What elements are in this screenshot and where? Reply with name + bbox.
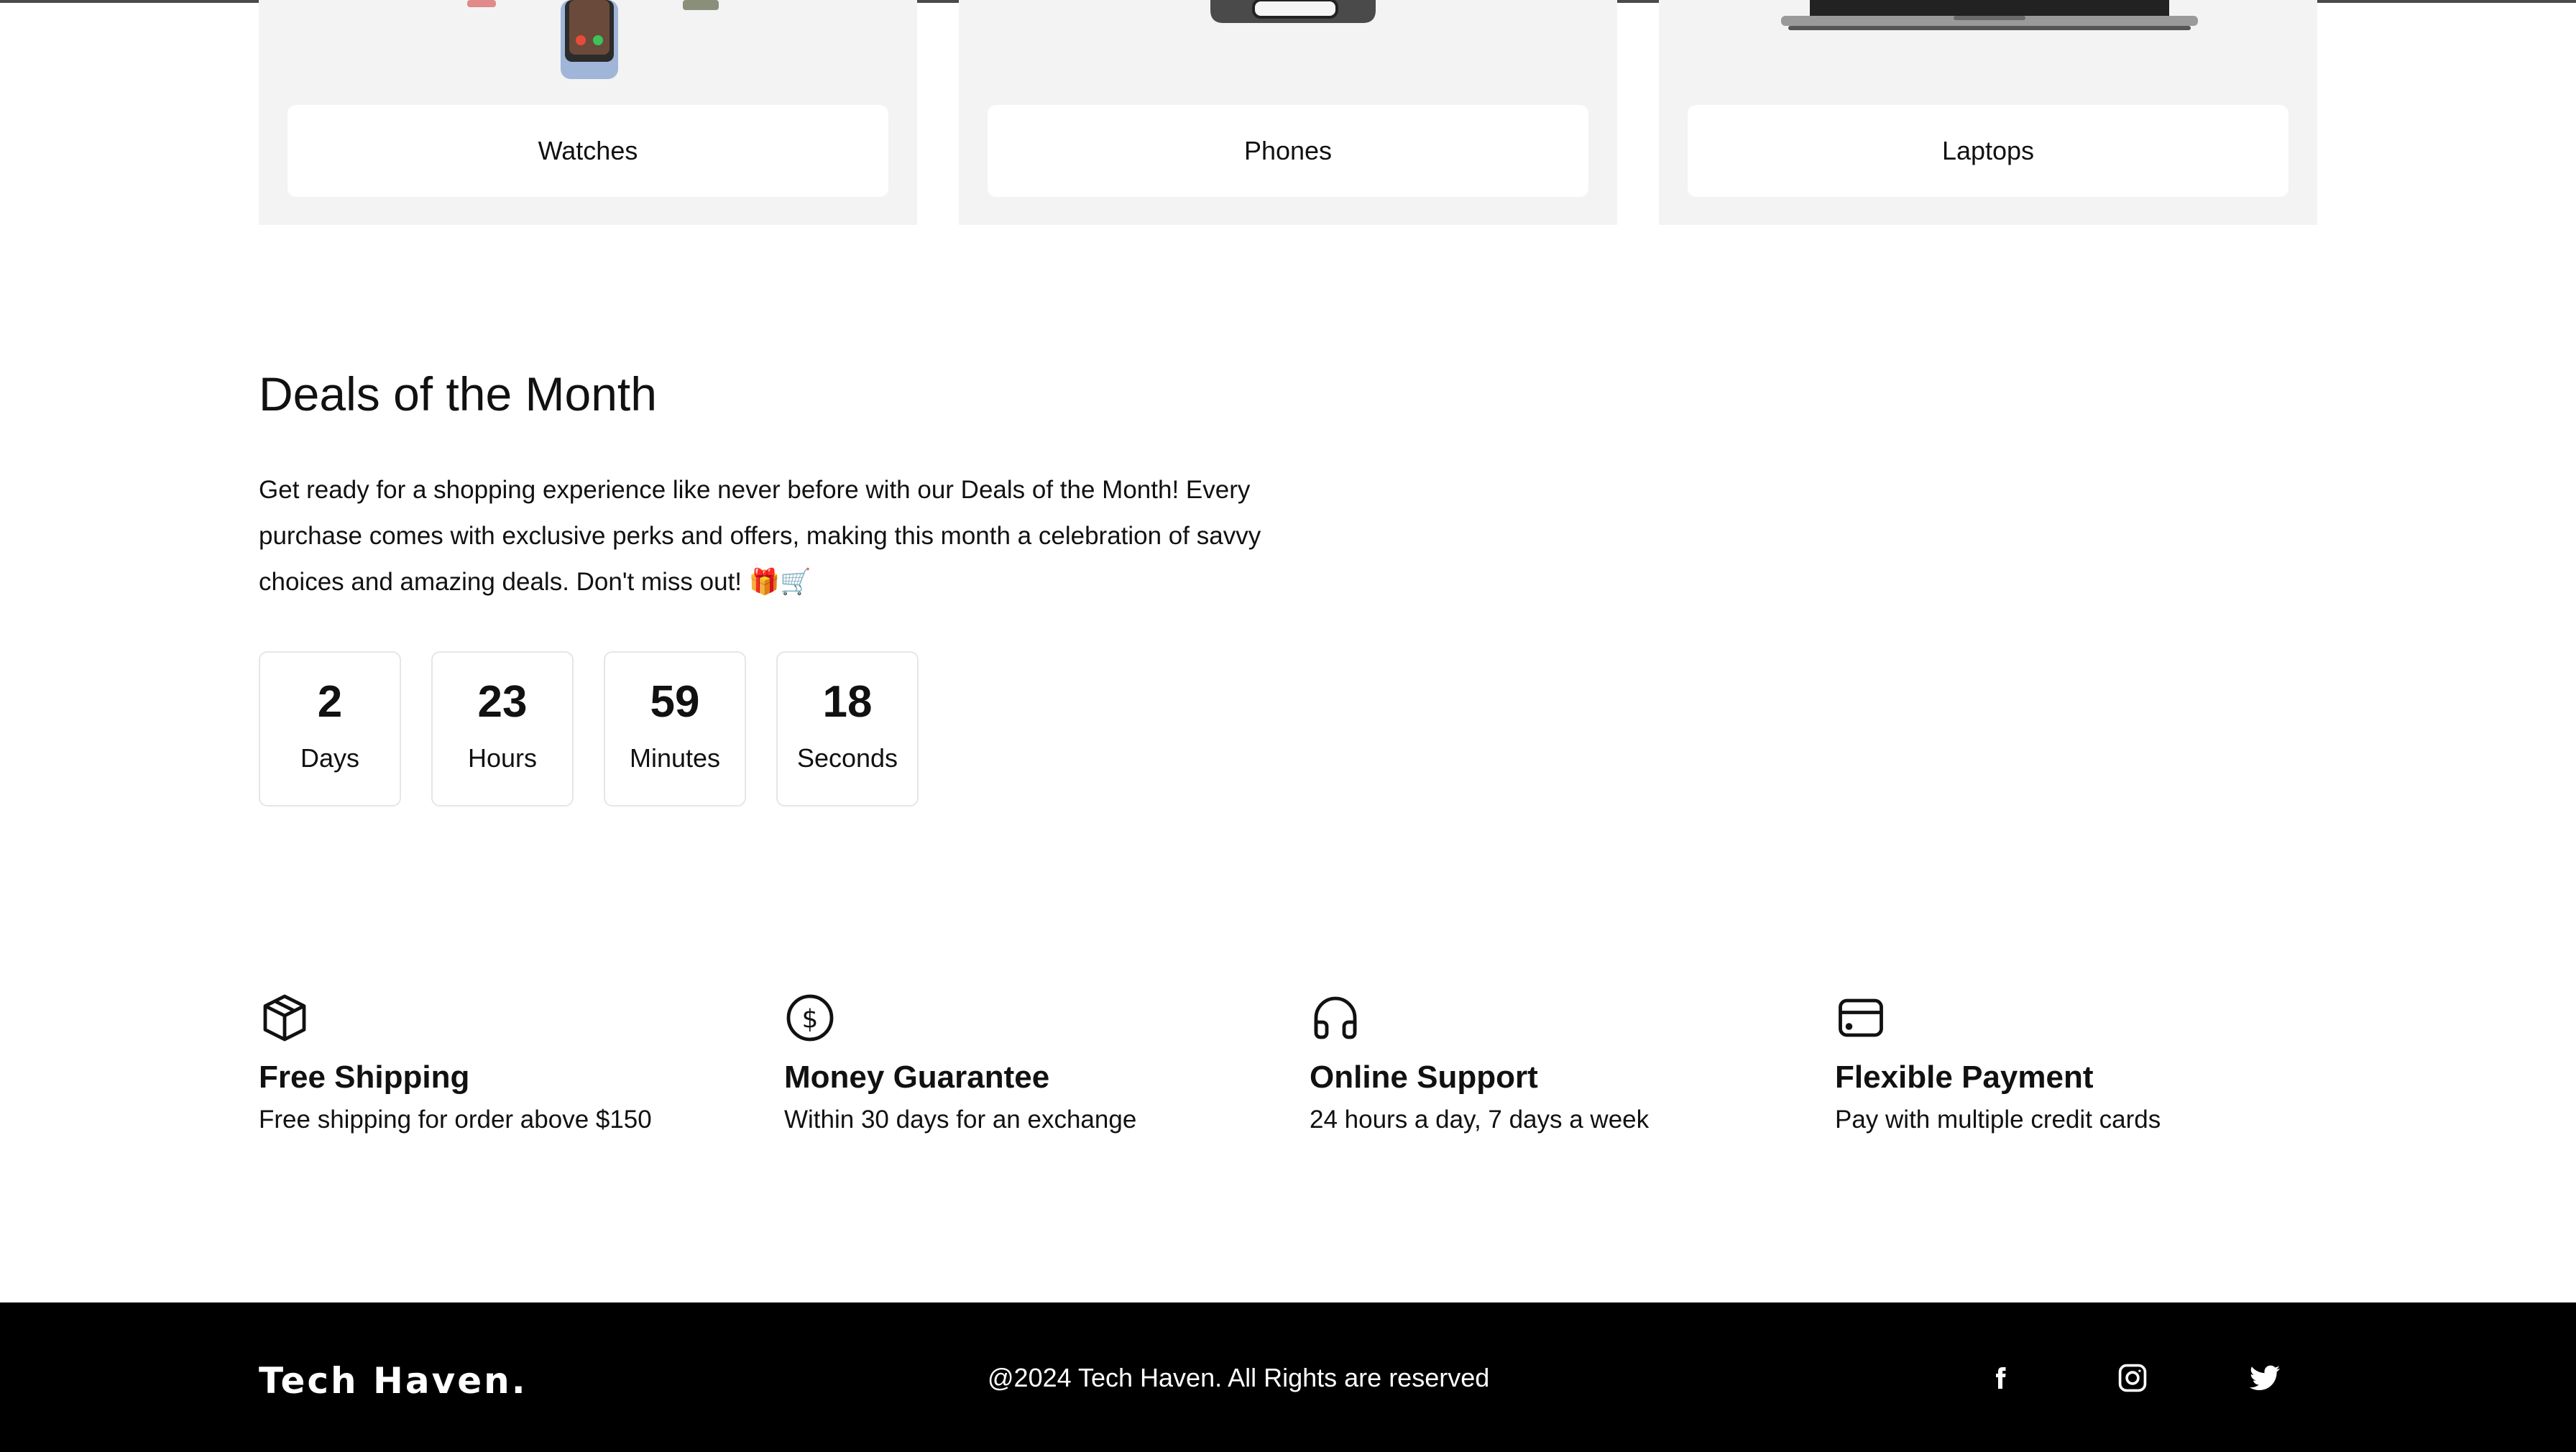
category-card-phones[interactable]: Phones xyxy=(959,0,1617,225)
category-label-laptops: Laptops xyxy=(1688,105,2288,197)
credit-card-icon xyxy=(1839,998,1883,1037)
countdown-days-unit: Days xyxy=(300,743,360,773)
package-icon xyxy=(263,994,306,1042)
countdown-minutes: 59 Minutes xyxy=(604,651,746,807)
facebook-icon[interactable] xyxy=(1975,1353,2025,1403)
facebook-glyph xyxy=(1996,1367,2006,1389)
countdown-hours-unit: Hours xyxy=(467,743,538,773)
countdown-minutes-value: 59 xyxy=(650,677,700,727)
footer-copyright: @2024 Tech Haven. All Rights are reserve… xyxy=(988,1363,1490,1392)
svg-text:$: $ xyxy=(802,1005,819,1034)
category-card-laptops[interactable]: Laptops xyxy=(1659,0,2317,225)
countdown-days: 2 Days xyxy=(259,651,401,807)
feature-description: 24 hours a day, 7 days a week xyxy=(1310,1106,1650,1134)
category-card-watches[interactable]: Watches xyxy=(259,0,917,225)
feature-description: Within 30 days for an exchange xyxy=(784,1106,1137,1134)
feature-title: Online Support xyxy=(1310,1060,1538,1095)
footer-brand-logo[interactable]: Tech Haven. xyxy=(259,1360,528,1402)
instagram-glyph xyxy=(2118,1364,2147,1392)
feature-online-support: Online Support 24 hours a day, 7 days a … xyxy=(1310,992,1813,1134)
feature-title: Money Guarantee xyxy=(784,1060,1050,1095)
countdown-seconds-unit: Seconds xyxy=(796,743,898,773)
countdown-hours-value: 23 xyxy=(477,677,528,727)
smartwatch-image xyxy=(467,0,719,79)
twitter-glyph xyxy=(2250,1365,2280,1390)
laptop-image xyxy=(1781,0,2198,30)
feature-flexible-payment: Flexible Payment Pay with multiple credi… xyxy=(1835,992,2338,1134)
feature-title: Free Shipping xyxy=(259,1060,470,1095)
feature-description: Pay with multiple credit cards xyxy=(1835,1106,2161,1134)
deals-title: Deals of the Month xyxy=(259,367,657,421)
countdown-hours: 23 Hours xyxy=(431,651,574,807)
category-label-phones: Phones xyxy=(988,105,1588,197)
feature-money-guarantee: $ Money Guarantee Within 30 days for an … xyxy=(784,992,1287,1134)
instagram-icon[interactable] xyxy=(2107,1353,2158,1403)
feature-free-shipping: Free Shipping Free shipping for order ab… xyxy=(259,992,762,1134)
headphones-icon xyxy=(1314,996,1357,1039)
category-label-watches: Watches xyxy=(288,105,888,197)
dollar-circle-icon: $ xyxy=(786,994,834,1042)
phone-image xyxy=(1210,0,1376,23)
deals-description: Get ready for a shopping experience like… xyxy=(259,476,1261,596)
countdown-minutes-unit: Minutes xyxy=(629,743,721,773)
footer: Tech Haven. @2024 Tech Haven. All Rights… xyxy=(0,1302,2576,1452)
countdown-days-value: 2 xyxy=(317,677,343,727)
countdown-seconds: 18 Seconds xyxy=(776,651,919,807)
feature-title: Flexible Payment xyxy=(1835,1060,2094,1095)
feature-description: Free shipping for order above $150 xyxy=(259,1106,652,1134)
countdown-seconds-value: 18 xyxy=(822,677,873,727)
twitter-icon[interactable] xyxy=(2240,1353,2290,1403)
